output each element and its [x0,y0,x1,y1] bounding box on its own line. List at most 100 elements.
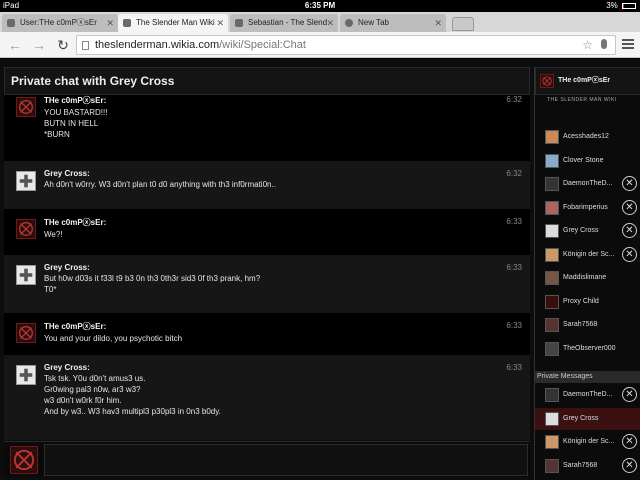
user-list-item[interactable]: Proxy Child [535,291,640,313]
message-author[interactable]: Grey Cross: [44,169,530,178]
private-messages-header: Private Messages [535,371,640,383]
close-circle-icon[interactable]: ✕ [622,387,637,402]
message-text: w3 d0n't w0rk f0r him. [44,396,122,405]
message-avatar[interactable] [16,97,36,117]
message-timestamp: 6:33 [506,363,522,372]
message-avatar[interactable] [16,365,36,385]
message-timestamp: 6:33 [506,217,522,226]
chat-message: Grey Cross: Ah d0n't w0rry. W3 d0n't plan… [4,161,530,209]
username: TheObserver000 [563,344,616,352]
user-list-item[interactable]: DaemonTheD... ✕ [535,384,640,406]
message-author[interactable]: THe c0mPⓧsEr: [44,95,530,106]
tab-close-icon[interactable]: ✕ [434,14,442,32]
message-avatar[interactable] [16,171,36,191]
message-avatar[interactable] [16,219,36,239]
user-list-item[interactable]: Grey Cross [535,407,640,430]
username: Proxy Child [563,297,599,305]
username: Grey Cross [563,227,599,234]
battery-icon [622,2,636,9]
user-list-item[interactable]: TheObserver000 [535,338,640,360]
message-text: You and your dildo, you psychotic bitch [44,334,183,343]
user-avatar [545,224,559,238]
tab-sebastian[interactable]: Sebastian - The Slend ✕ [230,14,338,32]
page-icon [82,41,89,50]
message-list[interactable]: THe c0mPⓧsEr: YOU BASTARD!!! BUTN IN HELL *… [4,95,530,440]
forward-arrow-icon[interactable]: → [30,36,48,54]
tab-user-page[interactable]: User:THe c0mPⓧsEr ✕ [2,14,118,32]
message-author[interactable]: THe c0mPⓧsEr: [44,321,530,332]
close-circle-icon[interactable]: ✕ [622,457,637,473]
message-input[interactable] [44,444,528,476]
username: Acesshades12 [563,133,609,140]
message-text: Gr0wing pal3 n0w, ar3 w3? [44,385,141,394]
user-list-item[interactable]: DaemonTheD... ✕ [535,173,640,195]
reload-icon[interactable]: ↻ [54,36,72,54]
favicon-icon [7,19,15,27]
crossed-circle-icon [19,326,33,340]
user-list-item[interactable]: Königin der Sc... ✕ [535,431,640,453]
message-author[interactable]: THe c0mPⓧsEr: [44,217,530,228]
user-avatar [545,153,559,168]
tab-label: New Tab [358,18,389,27]
close-circle-icon[interactable]: ✕ [622,199,637,215]
user-avatar [545,177,559,191]
close-circle-icon[interactable]: ✕ [622,176,637,191]
crossed-circle-icon [19,222,33,236]
bookmark-star-icon[interactable]: ☆ [582,36,593,54]
address-bar[interactable]: theslenderman.wikia.com/wiki/Special:Cha… [76,35,616,55]
self-user[interactable]: THe c0mPⓧsEr [535,67,640,95]
user-list-item[interactable]: Sarah7568 [535,314,640,336]
favicon-icon [123,19,131,27]
back-arrow-icon[interactable]: ← [6,36,24,54]
user-list-item[interactable]: Clover Stone [535,150,640,172]
user-avatar [545,294,559,309]
username: Sarah7568 [563,321,598,328]
chat-message: Grey Cross: But h0w d03s it f33l t9 b3 0n… [4,255,530,313]
browser-tab-bar: User:THe c0mPⓧsEr ✕ The Slender Man Wiki… [0,12,640,32]
clock: 6:35 PM [304,1,336,10]
close-circle-icon[interactable]: ✕ [622,246,637,262]
message-timestamp: 6:32 [506,95,522,104]
microphone-icon[interactable] [601,39,607,49]
new-tab-button[interactable] [452,17,474,31]
battery-status: 3% [606,0,636,12]
user-list-item[interactable]: Sarah7568 ✕ [535,455,640,477]
username: Maddislimane [563,274,607,281]
message-text: YOU BASTARD!!! [44,108,108,117]
username: Königin der Sc... [563,250,615,258]
tab-close-icon[interactable]: ✕ [326,14,334,32]
message-timestamp: 6:33 [506,321,522,330]
close-circle-icon[interactable]: ✕ [622,223,637,238]
user-avatar [545,458,559,473]
ios-status-bar: iPad 6:35 PM 3% [0,0,640,12]
message-text: *BURN [44,130,70,139]
tab-slender-man-wiki[interactable]: The Slender Man Wiki ✕ [118,14,228,32]
message-author[interactable]: Grey Cross: [44,363,530,372]
user-list-item[interactable]: Acesshades12 [535,126,640,148]
close-circle-icon[interactable]: ✕ [622,434,637,449]
message-timestamp: 6:32 [506,169,522,178]
message-text: But h0w d03s it f33l t9 b3 0n th3 0th3r … [44,274,261,283]
user-list-item[interactable]: Maddislimane [535,267,640,289]
username: DaemonTheD... [563,391,613,398]
tab-new-tab[interactable]: New Tab ✕ [340,14,446,32]
grey-cross-icon [19,268,33,282]
user-list-item[interactable]: Grey Cross ✕ [535,220,640,242]
self-avatar [540,74,554,88]
message-avatar[interactable] [16,323,36,343]
menu-icon[interactable] [622,39,634,49]
crossed-circle-icon [542,76,552,86]
message-avatar[interactable] [16,265,36,285]
username: Fobarimperius [563,203,608,211]
tab-label: User:THe c0mPⓧsEr [20,18,97,27]
chat-message: THe c0mPⓧsEr: We?! 6:33 [4,209,530,255]
user-list-item[interactable]: Fobarimperius ✕ [535,197,640,219]
browser-toolbar: ← → ↻ theslenderman.wikia.com/wiki/Speci… [0,32,640,58]
wiki-logo: THE SLENDER MAN WIKI [547,97,617,103]
user-list-item[interactable]: Königin der Sc... ✕ [535,244,640,266]
tab-close-icon[interactable]: ✕ [106,14,114,32]
message-author[interactable]: Grey Cross: [44,263,530,272]
tab-close-icon[interactable]: ✕ [216,14,224,32]
composer [4,441,530,477]
user-avatar [545,411,559,426]
